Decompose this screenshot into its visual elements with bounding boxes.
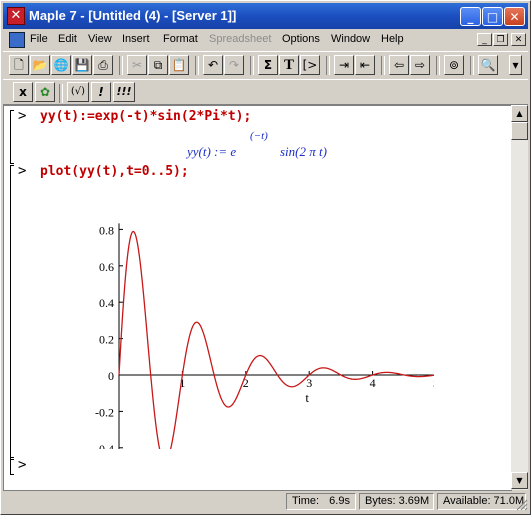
command-input[interactable]: plot(yy(t),t=0..5); bbox=[40, 164, 189, 179]
execute-icon[interactable]: ! bbox=[91, 82, 111, 102]
x-axis-label: t bbox=[305, 390, 309, 405]
maple-leaf-icon[interactable]: ✿ bbox=[35, 82, 55, 102]
menu-bar: File Edit View Insert Format Spreadsheet… bbox=[3, 30, 528, 50]
stop-icon[interactable]: ⊚ bbox=[444, 55, 464, 75]
y-tick-label: 0.6 bbox=[99, 260, 114, 274]
y-tick-label: 0.8 bbox=[99, 223, 114, 237]
maple-window: ✕ Maple 7 - [Untitled (4) - [Server 1]] … bbox=[0, 0, 531, 515]
resize-grip-icon[interactable] bbox=[514, 497, 528, 511]
menu-file[interactable]: File bbox=[30, 33, 48, 45]
group-bracket[interactable] bbox=[10, 457, 14, 475]
context-toolbar: x ✿ (√) ! !!! bbox=[3, 79, 528, 105]
status-time: Time: 6.9s bbox=[286, 493, 356, 510]
title-bar[interactable]: ✕ Maple 7 - [Untitled (4) - [Server 1]] … bbox=[3, 3, 528, 29]
save-icon[interactable]: 💾 bbox=[72, 55, 92, 75]
main-toolbar: 🗋 📂 🌐 💾 ⎙ ✂ ⧉ 📋 ↶ ↷ Σ T [> ⇥ ⇤ ⇦ ⇨ ⊚ 🔍 ▾ bbox=[3, 51, 528, 80]
menu-view[interactable]: View bbox=[88, 33, 112, 45]
new-icon[interactable]: 🗋 bbox=[9, 55, 29, 75]
menu-format[interactable]: Format bbox=[163, 33, 198, 45]
output-exponent: (−t) bbox=[250, 130, 268, 142]
group-bracket[interactable] bbox=[10, 110, 14, 164]
copy-icon[interactable]: ⧉ bbox=[148, 55, 168, 75]
toolbar-separator bbox=[326, 56, 330, 75]
redo-icon[interactable]: ↷ bbox=[224, 55, 244, 75]
indent-icon[interactable]: ⇥ bbox=[334, 55, 354, 75]
back-icon[interactable]: ⇦ bbox=[389, 55, 409, 75]
status-bytes: Bytes: 3.69M bbox=[359, 493, 434, 510]
status-bar: Time: 6.9s Bytes: 3.69M Available: 71.0M bbox=[3, 491, 528, 511]
menu-edit[interactable]: Edit bbox=[58, 33, 77, 45]
x-tick-label: 2 bbox=[243, 376, 249, 390]
sigma-icon[interactable]: Σ bbox=[258, 55, 278, 75]
print-icon[interactable]: ⎙ bbox=[93, 55, 113, 75]
close-context-button[interactable]: x bbox=[13, 82, 33, 102]
menu-insert[interactable]: Insert bbox=[122, 33, 150, 45]
toolbar-separator bbox=[59, 84, 63, 103]
undo-icon[interactable]: ↶ bbox=[203, 55, 223, 75]
input-prompt: > bbox=[18, 108, 27, 124]
time-value: 6.9s bbox=[329, 495, 350, 507]
forward-icon[interactable]: ⇨ bbox=[410, 55, 430, 75]
minimize-button[interactable]: _ bbox=[460, 7, 481, 26]
x-tick-label: 4 bbox=[370, 376, 376, 390]
input-prompt: > bbox=[18, 163, 27, 179]
menu-options[interactable]: Options bbox=[282, 33, 320, 45]
toolbar-separator bbox=[381, 56, 385, 75]
x-tick-label: 5 bbox=[433, 376, 434, 390]
menu-window[interactable]: Window bbox=[331, 33, 370, 45]
outdent-icon[interactable]: ⇤ bbox=[355, 55, 375, 75]
toolbar-separator bbox=[119, 56, 123, 75]
command-input[interactable]: yy(t):=exp(-t)*sin(2*Pi*t); bbox=[40, 109, 251, 124]
cut-icon[interactable]: ✂ bbox=[127, 55, 147, 75]
maximize-button[interactable]: □ bbox=[482, 7, 503, 26]
output-lhs: yy(t) := e bbox=[187, 144, 237, 159]
toolbar-separator bbox=[195, 56, 199, 75]
execute-all-icon[interactable]: !!! bbox=[113, 82, 135, 102]
worksheet[interactable]: > yy(t):=exp(-t)*sin(2*Pi*t); yy(t) := e… bbox=[3, 105, 512, 491]
group-bracket[interactable] bbox=[10, 165, 14, 460]
y-tick-label: 0.2 bbox=[99, 333, 114, 347]
vertical-scrollbar[interactable]: ▲ ▼ bbox=[511, 105, 528, 490]
y-tick-label: 0 bbox=[108, 369, 114, 383]
paste-icon[interactable]: 📋 bbox=[169, 55, 189, 75]
zoom-icon[interactable]: 🔍 bbox=[478, 55, 498, 75]
x-tick-label: 3 bbox=[306, 376, 312, 390]
plot-region[interactable]: 123450.80.60.40.20-0.2-0.4t bbox=[74, 189, 434, 449]
open-icon[interactable]: 📂 bbox=[30, 55, 50, 75]
toolbar-separator bbox=[470, 56, 474, 75]
time-label: Time: bbox=[292, 495, 320, 507]
y-tick-label: 0.4 bbox=[99, 296, 114, 310]
mdi-restore-button[interactable]: ❐ bbox=[493, 33, 508, 46]
mdi-minimize-button[interactable]: _ bbox=[477, 33, 492, 46]
status-available: Available: 71.0M bbox=[437, 493, 526, 510]
window-title: Maple 7 - [Untitled (4) - [Server 1]] bbox=[29, 8, 237, 23]
evaluate-icon[interactable]: (√) bbox=[67, 82, 89, 102]
toolbar-separator bbox=[250, 56, 254, 75]
output-rhs: sin(2 π t) bbox=[280, 144, 327, 159]
toolbar-overflow-icon[interactable]: ▾ bbox=[509, 55, 522, 75]
document-icon[interactable] bbox=[9, 32, 25, 48]
open-url-icon[interactable]: 🌐 bbox=[51, 55, 71, 75]
scroll-down-button[interactable]: ▼ bbox=[511, 472, 528, 489]
y-tick-label: -0.2 bbox=[95, 405, 114, 419]
menu-spreadsheet: Spreadsheet bbox=[209, 33, 272, 45]
close-button[interactable]: ✕ bbox=[504, 7, 525, 26]
empty-prompt[interactable]: > bbox=[18, 457, 26, 473]
menu-help[interactable]: Help bbox=[381, 33, 404, 45]
text-icon[interactable]: T bbox=[279, 55, 299, 75]
y-tick-label: -0.4 bbox=[95, 442, 114, 449]
mdi-close-button[interactable]: ✕ bbox=[511, 33, 526, 46]
plot-curve bbox=[118, 230, 434, 449]
scroll-thumb[interactable] bbox=[511, 122, 528, 140]
scroll-up-button[interactable]: ▲ bbox=[511, 105, 528, 122]
execution-group-icon[interactable]: [> bbox=[300, 55, 320, 75]
maple-leaf-icon[interactable]: ✕ bbox=[7, 7, 25, 25]
toolbar-separator bbox=[436, 56, 440, 75]
